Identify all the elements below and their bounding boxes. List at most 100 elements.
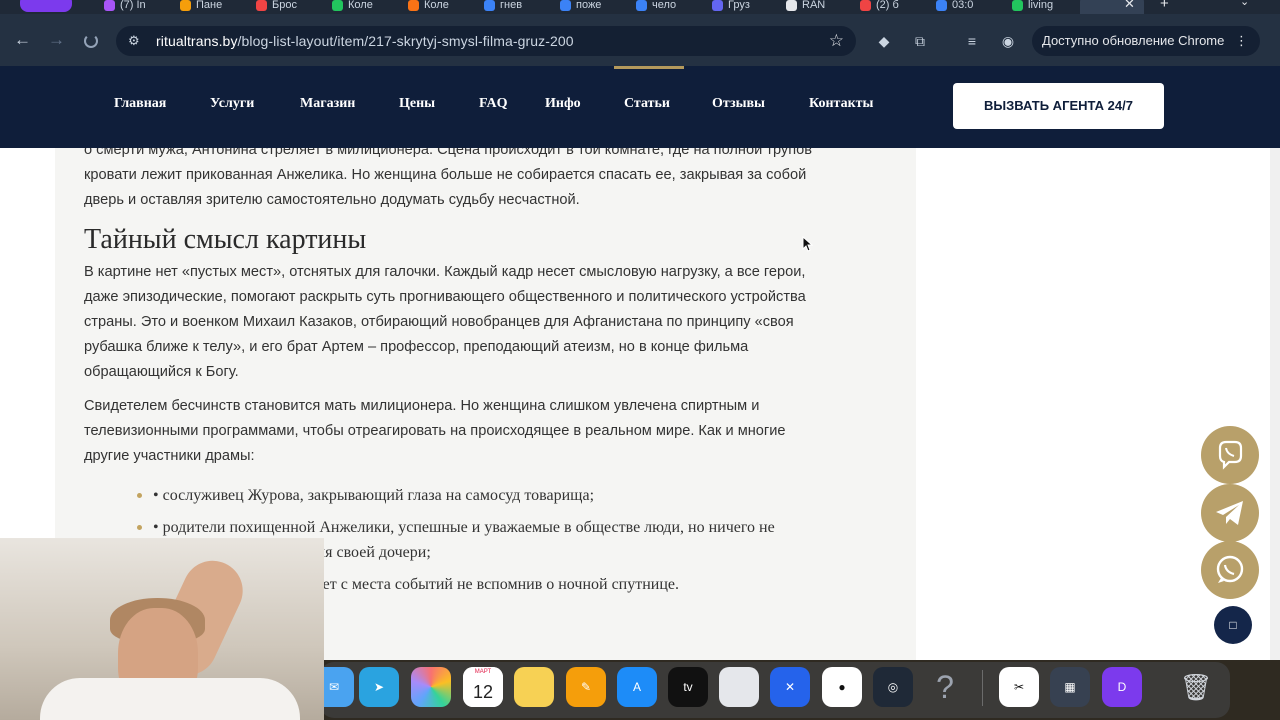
nav-item-articles[interactable]: Статьи [624, 96, 670, 112]
section-heading: Тайный смысл картины [84, 224, 367, 255]
profile-icon[interactable]: ◉ [999, 32, 1017, 50]
tab-favicon [408, 0, 419, 11]
browser-tab[interactable]: Коле [408, 0, 449, 14]
tab-favicon [484, 0, 495, 11]
site-info-icon[interactable]: ⚙ [128, 33, 140, 49]
browser-tab[interactable]: Груз [712, 0, 750, 14]
nav-item-reviews[interactable]: Отзывы [712, 96, 765, 112]
media-control-icon[interactable]: ≡ [963, 32, 981, 50]
browser-tab[interactable]: Пане [180, 0, 222, 14]
intro-line: о смерти мужа, Антонина стреляет в милиц… [84, 148, 812, 158]
extensions-puzzle-icon[interactable]: ⧉ [911, 32, 929, 50]
browser-tab[interactable]: RAN [786, 0, 825, 14]
iphone-mirroring-icon[interactable] [719, 667, 759, 707]
url-text[interactable]: ritualtrans.by/blog-list-layout/item/217… [156, 33, 574, 49]
help-icon[interactable]: ? [925, 667, 965, 707]
app-icon[interactable]: D [1102, 667, 1142, 707]
nav-item-home[interactable]: Главная [114, 96, 166, 112]
calendar-icon[interactable]: МАРТ 12 [463, 667, 503, 707]
browser-tab-strip: (7) In Пане Брос Коле Коле гнев поже чел… [0, 0, 1280, 14]
chrome-update-button[interactable]: Доступно обновление Chrome ⋮ [1032, 26, 1260, 56]
url-host: ritualtrans.by [156, 33, 238, 49]
photos-icon[interactable] [411, 667, 451, 707]
tab-favicon [936, 0, 947, 11]
close-tab-icon[interactable]: ✕ [1124, 0, 1135, 12]
intro-line: дверь и оставляя зрителю самостоятельно … [84, 192, 580, 208]
bookmark-star-icon[interactable]: ☆ [829, 31, 844, 51]
browser-tab[interactable]: 03:0 [936, 0, 973, 14]
tab-favicon [636, 0, 647, 11]
apple-tv-icon[interactable]: tv [668, 667, 708, 707]
site-header: Главная Услуги Магазин Цены FAQ Инфо Ста… [0, 66, 1280, 148]
telegram-icon [1216, 501, 1243, 525]
webcam-blanket [40, 678, 300, 720]
browser-tab[interactable]: (7) In [104, 0, 146, 14]
loading-spinner-icon[interactable] [84, 34, 98, 48]
address-bar[interactable]: ⚙ ritualtrans.by/blog-list-layout/item/2… [116, 26, 856, 56]
browser-tab[interactable]: (2) б [860, 0, 899, 14]
capcut-icon[interactable]: ✂ [999, 667, 1039, 707]
paragraph-line: страны. Это и военком Михаил Казаков, от… [84, 314, 794, 330]
tab-search-chevron-icon[interactable]: ⌄ [1240, 0, 1249, 8]
call-agent-button[interactable]: ВЫЗВАТЬ АГЕНТА 24/7 [953, 83, 1164, 129]
browser-tab[interactable]: Коле [332, 0, 373, 14]
bullet-dot [137, 525, 142, 530]
paragraph-line: В картине нет «пустых мест», отснятых дл… [84, 264, 806, 280]
dock-separator [982, 670, 983, 706]
nav-item-faq[interactable]: FAQ [479, 96, 508, 112]
nav-item-shop[interactable]: Магазин [300, 96, 355, 112]
profile-tab-group[interactable] [20, 0, 72, 12]
new-tab-button[interactable]: + [1160, 0, 1169, 12]
mouse-cursor-icon [802, 236, 814, 252]
page-scrollbar[interactable] [1270, 148, 1280, 660]
browser-tab[interactable]: Брос [256, 0, 297, 14]
browser-tab[interactable]: living [1012, 0, 1053, 14]
nav-item-info[interactable]: Инфо [545, 96, 581, 112]
nav-item-contacts[interactable]: Контакты [809, 96, 873, 112]
paragraph-line: другие участники драмы: [84, 448, 255, 464]
chat-app-icon[interactable]: ● [822, 667, 862, 707]
tab-favicon [104, 0, 115, 11]
calendar-month: МАРТ [463, 667, 503, 677]
browser-tab[interactable]: поже [560, 0, 601, 14]
paragraph-line: даже эпизодические, помогают раскрыть су… [84, 289, 806, 305]
extension-icon[interactable]: ◆ [875, 32, 893, 50]
tab-favicon [1012, 0, 1023, 11]
viber-icon [1218, 440, 1243, 470]
back-arrow-icon[interactable]: ← [14, 30, 31, 50]
xcode-icon[interactable]: ✕ [770, 667, 810, 707]
nav-item-services[interactable]: Услуги [210, 96, 254, 112]
active-nav-indicator [614, 66, 684, 69]
calculator-icon[interactable]: ▦ [1050, 667, 1090, 707]
forward-arrow-icon[interactable]: → [48, 30, 65, 50]
browser-tab[interactable]: чело [636, 0, 676, 14]
whatsapp-button[interactable] [1201, 541, 1259, 599]
bullet-dot [137, 493, 142, 498]
browser-tab[interactable]: гнев [484, 0, 522, 14]
paragraph-line: рубашка ближе к телу», и его брат Артем … [84, 339, 749, 355]
whatsapp-icon [1216, 555, 1244, 583]
viber-button[interactable] [1201, 426, 1259, 484]
browser-toolbar: ← → ⚙ ritualtrans.by/blog-list-layout/it… [0, 14, 1280, 66]
tab-favicon [256, 0, 267, 11]
paragraph-line: Свидетелем бесчинств становится мать мил… [84, 398, 760, 414]
tab-favicon [180, 0, 191, 11]
app-store-icon[interactable]: A [617, 667, 657, 707]
telegram-icon[interactable]: ➤ [359, 667, 399, 707]
intro-line: кровати лежит прикованная Анжелика. Но ж… [84, 167, 807, 183]
tab-favicon [712, 0, 723, 11]
nav-item-prices[interactable]: Цены [399, 96, 435, 112]
obs-icon[interactable]: ◎ [873, 667, 913, 707]
tab-favicon [786, 0, 797, 11]
tab-favicon [860, 0, 871, 11]
tab-favicon [332, 0, 343, 11]
tab-favicon [560, 0, 571, 11]
url-path: /blog-list-layout/item/217-skrytyj-smysl… [237, 33, 574, 49]
paragraph-line: обращающийся к Богу. [84, 364, 239, 380]
telegram-button[interactable] [1201, 484, 1259, 542]
notes-icon[interactable] [514, 667, 554, 707]
trash-icon[interactable]: 🗑 [1176, 667, 1216, 707]
scroll-top-button[interactable]: □ [1214, 606, 1252, 644]
more-menu-icon[interactable]: ⋮ [1235, 26, 1248, 56]
pages-icon[interactable]: ✎ [566, 667, 606, 707]
